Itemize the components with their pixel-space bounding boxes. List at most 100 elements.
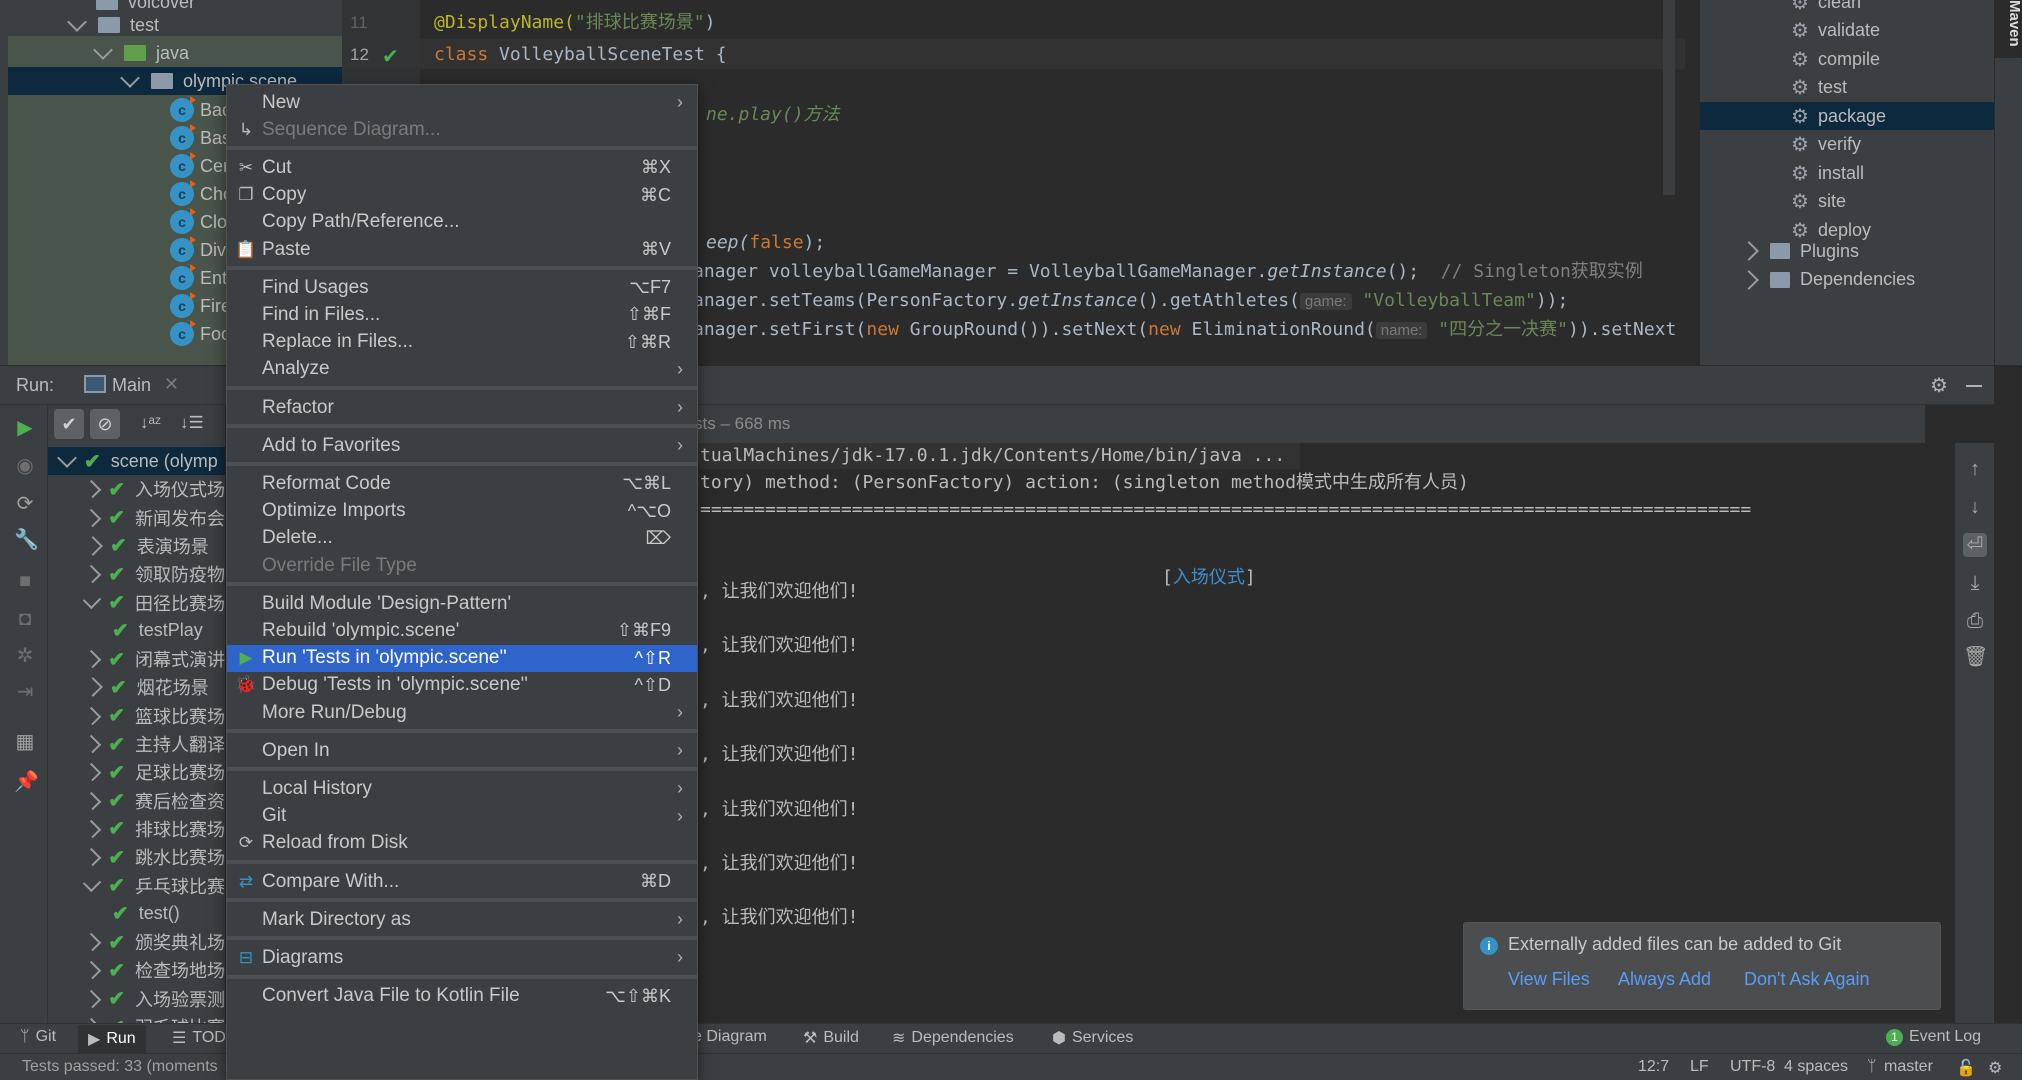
gear-icon[interactable]: ⚙: [1930, 373, 1948, 398]
menu-item-git[interactable]: Git ›: [227, 803, 697, 830]
test-tree-row[interactable]: ✔ 新闻发布会: [48, 504, 225, 532]
tree-row-class[interactable]: c Bas: [170, 124, 231, 152]
tree-row-class[interactable]: c Clo: [170, 208, 227, 236]
scroll-to-end-icon[interactable]: ⤓: [1963, 571, 1987, 595]
menu-item-optimize-imports[interactable]: Optimize Imports ^⌥O: [227, 498, 697, 525]
maven-group-plugins[interactable]: Plugins: [1700, 237, 1994, 265]
editor-scrollbar[interactable]: [1663, 0, 1675, 195]
close-tab-icon[interactable]: ✕: [164, 374, 179, 395]
pin-icon[interactable]: 📌: [14, 771, 39, 793]
sort-by-duration-icon[interactable]: ↓☰: [180, 413, 204, 433]
chevron-right-icon[interactable]: [82, 961, 102, 980]
chevron-right-icon[interactable]: [82, 564, 102, 584]
dont-ask-again-link[interactable]: Don't Ask Again: [1744, 969, 1870, 990]
test-tree-row[interactable]: ✔ 表演场景: [48, 532, 225, 560]
chevron-down-icon[interactable]: [120, 68, 140, 88]
test-tree-row[interactable]: ✔ 跳水比赛场: [48, 843, 225, 871]
chevron-right-icon[interactable]: [82, 791, 102, 810]
menu-item-add-to-favorites[interactable]: Add to Favorites ›: [227, 432, 697, 459]
tree-row-class[interactable]: c Div: [170, 236, 226, 264]
chevron-right-icon[interactable]: [82, 932, 102, 952]
tree-row-class[interactable]: c Cho: [170, 180, 233, 208]
test-tree-row[interactable]: ✔ 排球比赛场: [48, 815, 225, 843]
file-encoding[interactable]: UTF-8: [1730, 1058, 1775, 1076]
maven-goal-validate[interactable]: ⚙ validate: [1700, 17, 1994, 45]
maven-goal-install[interactable]: ⚙ install: [1700, 159, 1994, 187]
soft-wrap-icon[interactable]: ⏎: [1963, 533, 1987, 557]
menu-item-refactor[interactable]: Refactor ›: [227, 394, 697, 421]
tree-row-class[interactable]: c Cer: [170, 152, 229, 180]
test-tree-row[interactable]: ✔ 烟花场景: [48, 673, 225, 701]
dependencies-tool-button[interactable]: ≋ Dependencies: [892, 1028, 1014, 1048]
trash-icon[interactable]: 🗑: [1963, 645, 1988, 669]
chevron-right-icon[interactable]: [1739, 269, 1759, 290]
todo-tool-button[interactable]: ☰ TOD: [172, 1028, 226, 1048]
menu-item-replace-in-files[interactable]: Replace in Files... ⇧⌘R: [227, 329, 697, 356]
menu-item-delete[interactable]: Delete... ⌦: [227, 525, 697, 552]
menu-item-reformat-code[interactable]: Reformat Code ⌥⌘L: [227, 470, 697, 497]
menu-item-rebuild-olympic-scene[interactable]: Rebuild 'olympic.scene' ⇧⌘F9: [227, 617, 697, 644]
camera-icon[interactable]: ◘: [14, 608, 36, 630]
code-line[interactable]: @DisplayName("排球比赛场景"): [434, 9, 715, 37]
chevron-right-icon[interactable]: [82, 819, 102, 839]
test-tree-row[interactable]: ✔ 足球比赛场: [48, 758, 225, 786]
code-line[interactable]: class VolleyballSceneTest {: [434, 41, 727, 69]
stop-icon[interactable]: ■: [14, 570, 36, 592]
test-tree-row[interactable]: ✔ 主持人翻译: [48, 730, 225, 758]
code-line[interactable]: anager.setFirst(new GroupRound()).setNex…: [693, 316, 1676, 344]
chevron-right-icon[interactable]: [82, 763, 102, 782]
diagram-tool-button[interactable]: e Diagram: [693, 1028, 767, 1046]
maven-goal-test[interactable]: ⚙ test: [1700, 74, 1994, 102]
exit-icon[interactable]: ⇥: [14, 681, 36, 703]
sort-alphabetically-icon[interactable]: ↓ᵃᶻ: [140, 413, 161, 433]
run-tab-main[interactable]: Main: [112, 375, 151, 396]
chevron-right-icon[interactable]: [82, 706, 102, 725]
chevron-right-icon[interactable]: [82, 508, 102, 527]
menu-item-find-in-files[interactable]: Find in Files... ⇧⌘F: [227, 301, 697, 328]
maven-goal-clean[interactable]: ⚙ clean: [1700, 0, 1994, 16]
caret-position[interactable]: 12:7: [1638, 1058, 1669, 1076]
test-tree-row[interactable]: ✔ 颁奖典礼场: [48, 928, 225, 956]
tree-row-class[interactable]: c Ent: [170, 264, 227, 292]
tree-row-class[interactable]: c Foo: [170, 320, 231, 348]
menu-item-override-file-type[interactable]: Override File Type: [227, 552, 697, 579]
tree-row-class[interactable]: c Bac: [170, 96, 231, 124]
menu-item-sequence-diagram[interactable]: ↳ Sequence Diagram...: [227, 116, 697, 143]
test-tree-row[interactable]: ✔ 篮球比赛场: [48, 702, 225, 730]
print-icon[interactable]: ⎙: [1963, 609, 1987, 633]
status-message[interactable]: Tests passed: 33 (moments: [22, 1058, 218, 1076]
menu-item-more-run-debug[interactable]: More Run/Debug ›: [227, 699, 697, 726]
chevron-right-icon[interactable]: [82, 989, 102, 1008]
maven-goal-verify[interactable]: ⚙ verify: [1700, 131, 1994, 159]
chevron-down-icon[interactable]: [93, 40, 113, 60]
menu-item-find-usages[interactable]: Find Usages ⌥F7: [227, 274, 697, 301]
chevron-down-icon[interactable]: [82, 590, 102, 609]
chevron-down-icon[interactable]: [82, 873, 102, 892]
maven-goal-site[interactable]: ⚙ site: [1700, 188, 1994, 216]
menu-item-local-history[interactable]: Local History ›: [227, 775, 697, 802]
chevron-right-icon[interactable]: [82, 847, 102, 867]
menu-item-mark-directory-as[interactable]: Mark Directory as ›: [227, 906, 697, 933]
show-ignored-toggle[interactable]: ⊘: [90, 409, 120, 439]
test-tree-row[interactable]: ✔ testPlay: [48, 617, 225, 645]
always-add-link[interactable]: Always Add: [1618, 969, 1711, 990]
test-tree-row[interactable]: ✔ 赛后检查资: [48, 787, 225, 815]
maven-group-dependencies[interactable]: Dependencies: [1700, 266, 1994, 294]
layout-icon[interactable]: ▦: [14, 731, 36, 753]
indent-setting[interactable]: 4 spaces: [1784, 1058, 1848, 1076]
git-tool-button[interactable]: ᛘ Git: [20, 1028, 56, 1046]
menu-item-build-module-design-pattern[interactable]: Build Module 'Design-Pattern': [227, 590, 697, 617]
menu-item-copy-path-reference[interactable]: Copy Path/Reference...: [227, 209, 697, 236]
menu-item-new[interactable]: New ›: [227, 89, 697, 116]
chevron-right-icon[interactable]: [82, 649, 102, 669]
chevron-down-icon[interactable]: [67, 12, 87, 32]
tree-row-test[interactable]: test: [67, 11, 159, 39]
test-tree-row[interactable]: ✔ test(): [48, 900, 225, 928]
menu-item-analyze[interactable]: Analyze ›: [227, 356, 697, 383]
rerun-failed-icon[interactable]: ◉: [14, 455, 36, 477]
code-line[interactable]: anager volleyballGameManager = Volleybal…: [693, 258, 1643, 286]
wrench-icon[interactable]: 🔧: [14, 529, 39, 551]
arrow-down-icon[interactable]: ↓: [1963, 495, 1987, 519]
menu-item-compare-with[interactable]: ⇄ Compare With... ⌘D: [227, 868, 697, 895]
chevron-right-icon[interactable]: [83, 677, 103, 698]
